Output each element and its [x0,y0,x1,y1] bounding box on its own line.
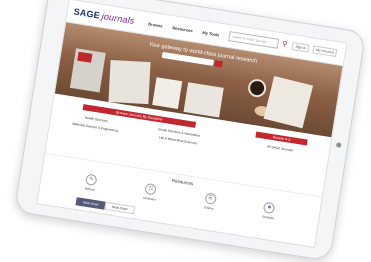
people-icon: ☻ [263,201,276,215]
logo-main: SAGE [73,6,101,21]
nav-my-tools[interactable]: My Tools [202,29,220,37]
main-nav: Browse Resources My Tools [148,21,220,37]
resource-societies[interactable]: ☻ Societies [261,201,277,221]
hero-book-image [152,77,183,109]
hero-book-image [69,48,106,93]
coffee-cup-image [246,77,268,99]
logo[interactable]: SAGEjournals [73,7,135,26]
resource-librarians[interactable]: ☷ Librarians [142,182,159,202]
my-account-button[interactable]: My Account [312,45,338,58]
hero-search-button[interactable] [214,60,223,68]
nav-resources[interactable]: Resources [172,25,193,33]
resource-label: Editors [203,205,214,211]
search-input[interactable]: Search all SAGE Journals [228,31,280,49]
resource-label: Societies [261,214,275,221]
resource-label: Librarians [142,195,157,202]
browse-az: Browse A-Z All SAGE Journals [232,127,325,192]
all-journals-link[interactable]: All SAGE Journals [237,140,323,157]
hero-book-image [263,75,314,129]
resource-authors[interactable]: ✎ Authors [84,173,98,192]
hero-book-image [183,82,224,118]
hero-book-image [108,60,151,105]
pen-icon: ✎ [85,173,98,187]
home-button[interactable] [335,142,342,148]
search-icon[interactable]: ⚲ [280,40,289,49]
document-icon: ☰ [204,192,217,205]
screen: SAGEjournals Browse Resources My Tools S… [36,0,348,249]
book-icon: ☷ [144,182,158,196]
logo-sub: journals [101,10,136,27]
resource-editors[interactable]: ☰ Editors [203,192,217,211]
tablet-device: SAGEjournals Browse Resources My Tools S… [13,0,367,262]
user-utility: Sign In My Account [291,42,338,58]
nav-browse[interactable]: Browse [148,21,163,28]
resource-label: Authors [84,186,96,192]
sign-in-button[interactable]: Sign In [291,42,310,53]
